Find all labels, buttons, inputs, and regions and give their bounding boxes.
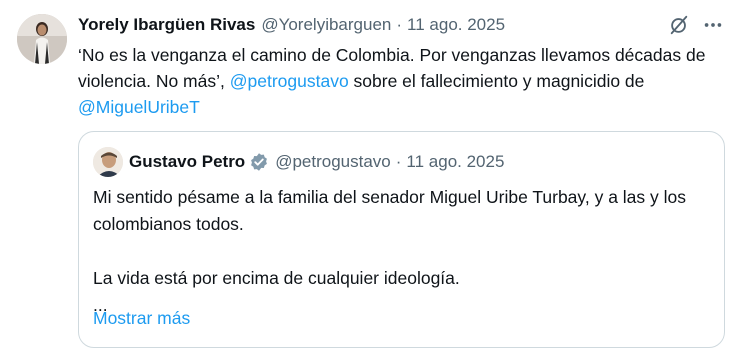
tweet-text: ‘No es la venganza el camino de Colombia… (78, 42, 738, 120)
mention-link-petrogustavo[interactable]: @petrogustavo (230, 71, 349, 91)
quoted-tweet-header: Gustavo Petro @petrogustavo · 11 ago. 20… (129, 150, 504, 174)
quoted-author-avatar-image (93, 147, 123, 177)
tweet-header: Yorely Ibargüen Rivas @Yorelyibarguen · … (78, 13, 505, 37)
quoted-tweet-card[interactable]: Gustavo Petro @petrogustavo · 11 ago. 20… (78, 131, 725, 348)
quoted-author-name[interactable]: Gustavo Petro (129, 152, 245, 172)
verified-badge-icon[interactable] (249, 152, 269, 172)
tweet[interactable]: Yorely Ibargüen Rivas @Yorelyibarguen · … (0, 0, 753, 354)
quoted-author-handle[interactable]: @petrogustavo (275, 152, 391, 172)
author-handle[interactable]: @Yorelyibarguen (261, 15, 391, 35)
more-dots-icon[interactable] (702, 14, 724, 36)
quoted-text-line: Mi sentido pésame a la familia del senad… (93, 187, 687, 234)
mention-link-migueluribet[interactable]: @MiguelUribeT (78, 97, 200, 117)
quoted-author-avatar[interactable] (93, 147, 123, 177)
quoted-text-line: La vida está por encima de cualquier ide… (93, 268, 460, 288)
quoted-tweet-text: Mi sentido pésame a la familia del senad… (93, 184, 715, 319)
separator-dot: · (395, 152, 402, 171)
author-avatar-image (17, 14, 67, 64)
quoted-tweet-timestamp[interactable]: 11 ago. 2025 (406, 152, 504, 172)
tweet-text-part: sobre el fallecimiento y magnicidio de (348, 71, 645, 91)
separator-dot: · (396, 15, 403, 34)
tweet-timestamp[interactable]: 11 ago. 2025 (407, 15, 505, 35)
grok-slash-circle-icon[interactable] (668, 14, 690, 36)
author-name[interactable]: Yorely Ibargüen Rivas (78, 15, 255, 35)
quoted-text-line (93, 238, 715, 265)
author-avatar[interactable] (17, 14, 67, 64)
show-more-link[interactable]: Mostrar más (93, 308, 190, 329)
